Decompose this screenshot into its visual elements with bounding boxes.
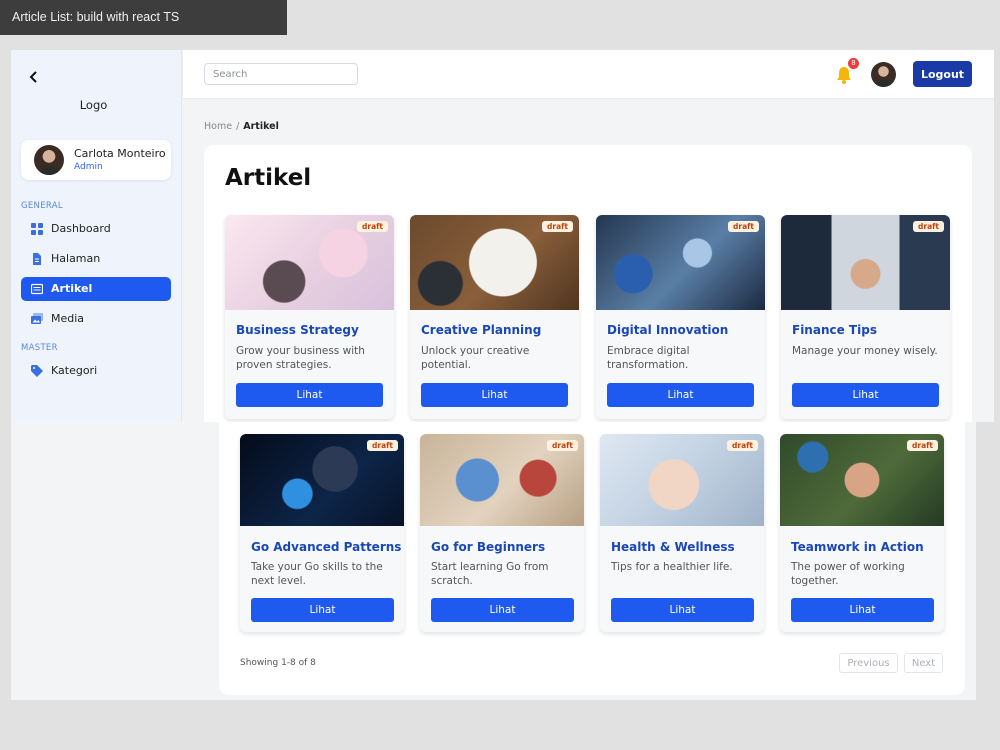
article-title: Health & Wellness <box>611 540 735 554</box>
app-screenshot-top: Logo Carlota Monteiro Admin GENERAL Dash… <box>11 50 994 422</box>
breadcrumb: Home / Artikel <box>204 121 279 132</box>
chevron-left-icon[interactable] <box>27 70 41 84</box>
sidebar-item-artikel[interactable]: Artikel <box>21 277 171 301</box>
pagination-summary: Showing 1-8 of 8 <box>240 658 316 668</box>
sidebar-item-halaman[interactable]: Halaman <box>21 247 171 271</box>
breadcrumb-home[interactable]: Home <box>204 121 232 132</box>
article-title: Finance Tips <box>792 323 877 337</box>
avatar <box>34 145 64 175</box>
article-card: draft Business Strategy Grow your busine… <box>225 215 394 419</box>
status-badge: draft <box>367 440 398 451</box>
article-title: Business Strategy <box>236 323 359 337</box>
app-screenshot-bottom: draft Go Advanced Patterns Take your Go … <box>11 422 976 700</box>
content-card: draft Go Advanced Patterns Take your Go … <box>219 422 965 695</box>
content-card: Artikel draft Business Strategy Grow you… <box>204 145 972 422</box>
logo: Logo <box>79 98 108 112</box>
sidebar-item-label: Kategori <box>51 364 98 377</box>
avatar[interactable] <box>871 62 896 87</box>
status-badge: draft <box>913 221 944 232</box>
sidebar-item-dashboard[interactable]: Dashboard <box>21 217 171 241</box>
status-badge: draft <box>728 221 759 232</box>
breadcrumb-separator: / <box>236 121 240 132</box>
screenshot-caption: Article List: build with react TS <box>0 0 287 35</box>
sidebar-item-label: Halaman <box>51 252 101 265</box>
notification-badge: 8 <box>848 58 859 69</box>
grid-icon <box>31 223 43 235</box>
article-card: draft Go for Beginners Start learning Go… <box>420 434 584 632</box>
media-icon <box>31 313 43 324</box>
previous-page-button[interactable]: Previous <box>839 653 898 673</box>
article-description: The power of working together. <box>791 561 905 587</box>
view-article-button[interactable]: Lihat <box>792 383 939 407</box>
section-label-master: MASTER <box>21 343 58 353</box>
article-description: Start learning Go from scratch. <box>431 561 549 587</box>
article-description: Embrace digital transformation. <box>607 345 690 371</box>
section-label-general: GENERAL <box>21 201 63 211</box>
article-description: Grow your business with proven strategie… <box>236 345 365 371</box>
tag-icon <box>31 365 43 377</box>
article-card: draft Teamwork in Action The power of wo… <box>780 434 944 632</box>
next-page-button[interactable]: Next <box>904 653 943 673</box>
breadcrumb-current: Artikel <box>243 121 279 132</box>
user-profile-card[interactable]: Carlota Monteiro Admin <box>21 140 171 180</box>
view-article-button[interactable]: Lihat <box>251 598 394 622</box>
view-article-button[interactable]: Lihat <box>236 383 383 407</box>
article-card: draft Health & Wellness Tips for a healt… <box>600 434 764 632</box>
article-card: draft Digital Innovation Embrace digital… <box>596 215 765 419</box>
article-title: Creative Planning <box>421 323 542 337</box>
top-navbar: 8 Logout <box>183 50 994 98</box>
article-card: draft Creative Planning Unlock your crea… <box>410 215 579 419</box>
user-name: Carlota Monteiro <box>74 147 166 160</box>
article-description: Tips for a healthier life. <box>611 561 733 573</box>
article-description: Manage your money wisely. <box>792 345 938 357</box>
article-card: draft Go Advanced Patterns Take your Go … <box>240 434 404 632</box>
article-title: Digital Innovation <box>607 323 729 337</box>
article-title: Go Advanced Patterns <box>251 540 402 554</box>
article-card: draft Finance Tips Manage your money wis… <box>781 215 950 419</box>
view-article-button[interactable]: Lihat <box>421 383 568 407</box>
page-title: Artikel <box>225 165 312 191</box>
sidebar: Logo Carlota Monteiro Admin GENERAL Dash… <box>11 50 182 422</box>
view-article-button[interactable]: Lihat <box>607 383 754 407</box>
status-badge: draft <box>727 440 758 451</box>
search-input[interactable] <box>204 63 358 85</box>
view-article-button[interactable]: Lihat <box>791 598 934 622</box>
view-article-button[interactable]: Lihat <box>611 598 754 622</box>
status-badge: draft <box>547 440 578 451</box>
sidebar-item-kategori[interactable]: Kategori <box>21 359 171 383</box>
status-badge: draft <box>357 221 388 232</box>
status-badge: draft <box>542 221 573 232</box>
article-title: Teamwork in Action <box>791 540 924 554</box>
article-description: Take your Go skills to the next level. <box>251 561 383 587</box>
article-description: Unlock your creative potential. <box>421 345 530 371</box>
view-article-button[interactable]: Lihat <box>431 598 574 622</box>
article-title: Go for Beginners <box>431 540 546 554</box>
sidebar-item-media[interactable]: Media <box>21 307 171 331</box>
file-icon <box>33 253 41 265</box>
status-badge: draft <box>907 440 938 451</box>
user-role: Admin <box>74 162 103 172</box>
logout-button[interactable]: Logout <box>913 61 972 87</box>
article-icon <box>31 283 43 295</box>
sidebar-item-label: Dashboard <box>51 222 111 235</box>
sidebar-item-label: Media <box>51 312 85 325</box>
sidebar-item-label: Artikel <box>51 282 93 295</box>
